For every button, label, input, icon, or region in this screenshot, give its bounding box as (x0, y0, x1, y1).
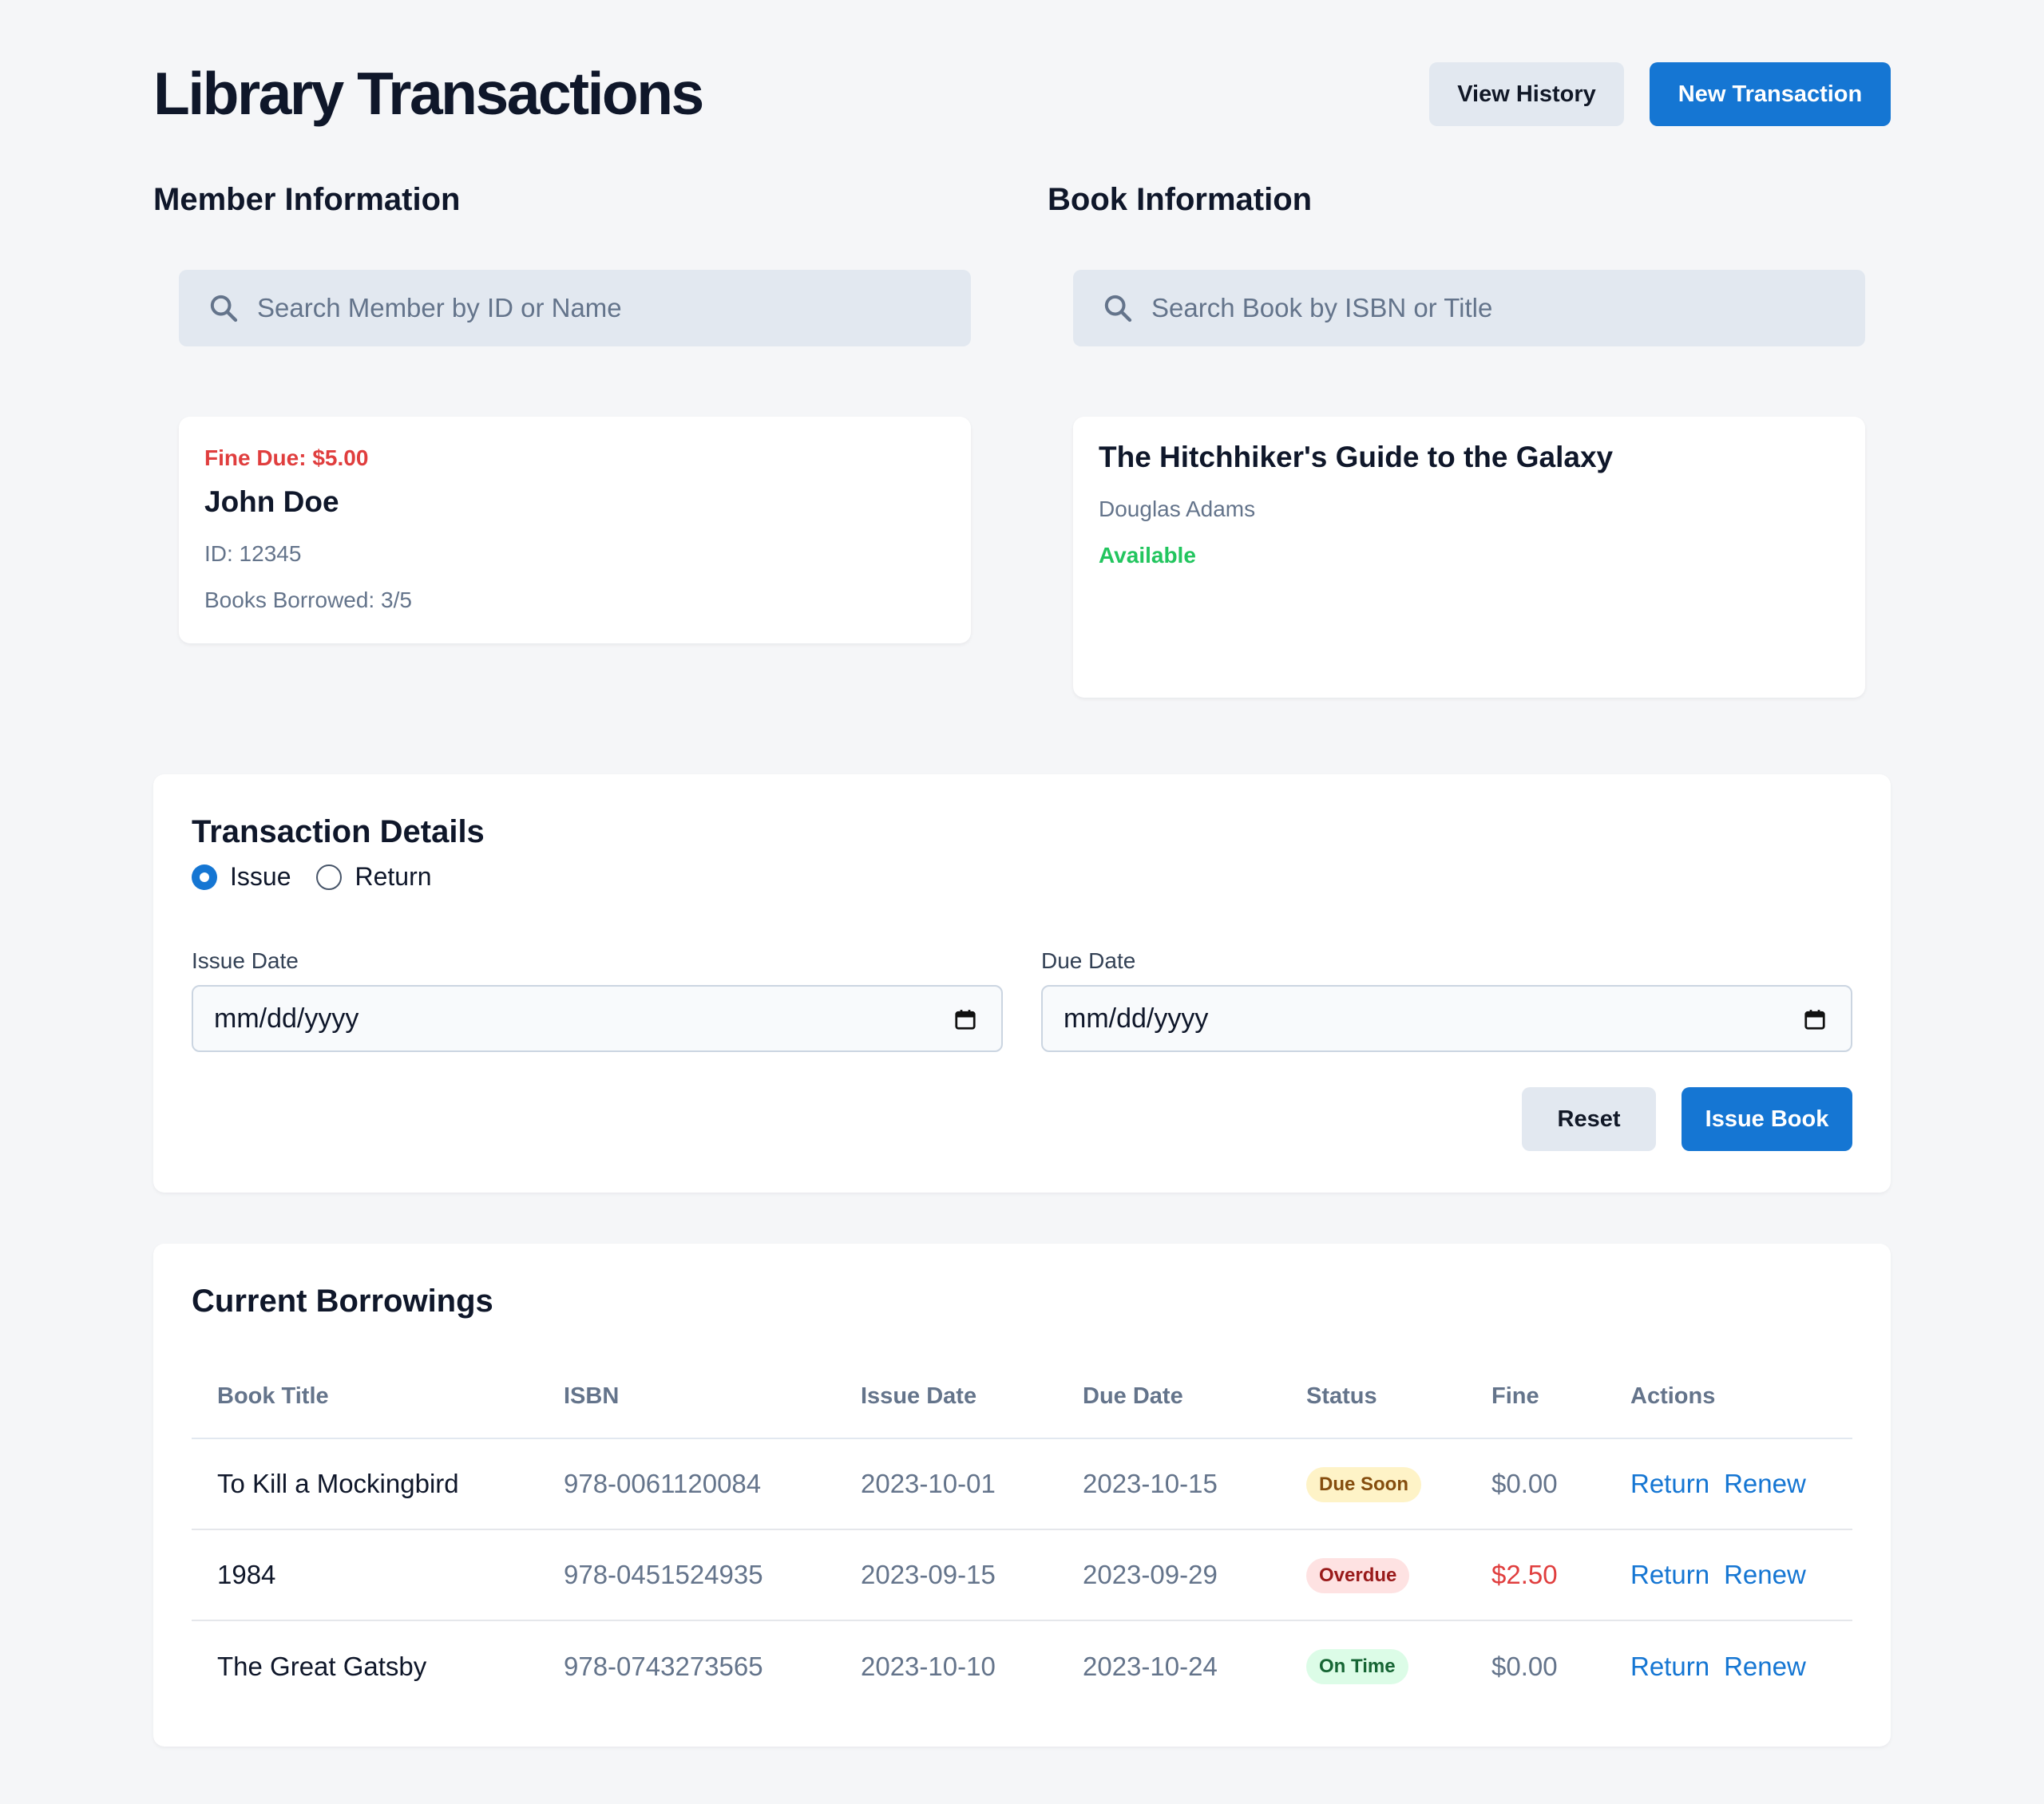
table-row: The Great Gatsby 978-0743273565 2023-10-… (192, 1620, 1852, 1711)
borrowings-title: Current Borrowings (192, 1284, 493, 1319)
page: Library Transactions View History New Tr… (0, 0, 2044, 1804)
new-transaction-button[interactable]: New Transaction (1650, 62, 1891, 126)
cell-book-title: 1984 (192, 1529, 538, 1621)
due-date-input[interactable]: mm/dd/yyyy (1041, 985, 1852, 1052)
book-section-title: Book Information (1048, 182, 1313, 217)
cell-fine: $0.00 (1491, 1651, 1558, 1681)
radio-return[interactable] (316, 864, 343, 890)
issue-date-input[interactable]: mm/dd/yyyy (192, 985, 1003, 1052)
fine-due-text: Fine Due: $5.00 (204, 445, 369, 470)
radio-return-label[interactable]: Return (355, 862, 431, 892)
book-card: The Hitchhiker's Guide to the Galaxy Dou… (1073, 417, 1865, 698)
due-date-value: mm/dd/yyyy (1064, 1003, 1209, 1034)
borrowings-panel: Current Borrowings Book Title ISBN Issue… (153, 1244, 1891, 1747)
header-actions: View History New Transaction (1429, 62, 1891, 126)
reset-button[interactable]: Reset (1522, 1087, 1656, 1151)
renew-link[interactable]: Renew (1724, 1469, 1806, 1498)
member-search[interactable] (179, 270, 971, 346)
due-date-label: Due Date (1041, 948, 1136, 973)
radio-issue-label[interactable]: Issue (230, 862, 291, 892)
calendar-icon[interactable] (953, 1007, 977, 1031)
book-search[interactable] (1073, 270, 1865, 346)
cell-book-title: The Great Gatsby (217, 1651, 427, 1681)
view-history-button[interactable]: View History (1429, 62, 1624, 126)
column-header: Fine (1466, 1355, 1605, 1439)
column-header: Issue Date (835, 1355, 1057, 1439)
search-icon (210, 295, 238, 322)
cell-due-date: 2023-10-15 (1057, 1438, 1281, 1530)
renew-link[interactable]: Renew (1724, 1652, 1806, 1681)
calendar-icon[interactable] (1803, 1007, 1827, 1031)
issue-date-value: mm/dd/yyyy (214, 1003, 359, 1034)
radio-issue[interactable] (192, 864, 217, 890)
cell-issue-date: 2023-10-01 (835, 1438, 1057, 1530)
cell-status: On Time (1281, 1620, 1466, 1711)
search-icon (1104, 295, 1132, 322)
cell-fine: $0.00 (1466, 1438, 1605, 1530)
column-header: Due Date (1057, 1355, 1281, 1439)
return-link[interactable]: Return (1630, 1469, 1709, 1498)
borrowings-table: Book Title ISBN Issue Date Due Date Stat… (192, 1355, 1852, 1711)
cell-isbn: 978-0743273565 (564, 1651, 763, 1681)
transaction-panel: Transaction Details Issue Return Issue D… (153, 774, 1891, 1193)
member-section-title: Member Information (153, 182, 461, 217)
table-header-row: Book Title ISBN Issue Date Due Date Stat… (192, 1355, 1852, 1439)
cell-book-title: To Kill a Mockingbird (192, 1438, 538, 1530)
issue-book-button[interactable]: Issue Book (1682, 1087, 1852, 1151)
book-search-input[interactable] (1151, 293, 1838, 323)
cell-actions: Return Renew (1605, 1620, 1852, 1711)
transaction-type-radios: Issue Return (192, 862, 458, 892)
book-status: Available (1099, 543, 1196, 568)
cell-fine: $2.50 (1466, 1529, 1605, 1621)
column-header: Actions (1605, 1355, 1852, 1439)
cell-actions: Return Renew (1605, 1438, 1852, 1530)
cell-due-date: 2023-10-24 (1083, 1651, 1218, 1681)
renew-link[interactable]: Renew (1724, 1560, 1806, 1589)
cell-status: Overdue (1281, 1529, 1466, 1621)
table-row: To Kill a Mockingbird 978-0061120084 202… (192, 1438, 1852, 1530)
cell-isbn: 978-0451524935 (538, 1529, 835, 1621)
status-badge: Due Soon (1306, 1466, 1421, 1502)
page-header: Library Transactions View History New Tr… (153, 57, 1891, 129)
column-header: ISBN (538, 1355, 835, 1439)
cell-issue-date: 2023-09-15 (835, 1529, 1057, 1621)
table-row: 1984 978-0451524935 2023-09-15 2023-09-2… (192, 1529, 1852, 1621)
return-link[interactable]: Return (1630, 1652, 1709, 1681)
cell-isbn: 978-0061120084 (538, 1438, 835, 1530)
status-badge: Overdue (1306, 1557, 1410, 1593)
book-title: The Hitchhiker's Guide to the Galaxy (1099, 441, 1614, 473)
column-header: Book Title (192, 1355, 538, 1439)
status-badge: On Time (1306, 1649, 1408, 1684)
cell-due-date: 2023-09-29 (1057, 1529, 1281, 1621)
cell-actions: Return Renew (1605, 1529, 1852, 1621)
page-title: Library Transactions (153, 60, 704, 127)
books-borrowed: Books Borrowed: 3/5 (204, 587, 412, 612)
transaction-title: Transaction Details (192, 814, 485, 849)
member-name: John Doe (204, 485, 339, 518)
cell-issue-date: 2023-10-10 (861, 1651, 996, 1681)
member-id: ID: 12345 (204, 541, 302, 566)
member-search-input[interactable] (257, 293, 944, 323)
book-author: Douglas Adams (1099, 496, 1256, 521)
return-link[interactable]: Return (1630, 1560, 1709, 1589)
issue-date-label: Issue Date (192, 948, 299, 973)
cell-status: Due Soon (1281, 1438, 1466, 1530)
member-card: Fine Due: $5.00 John Doe ID: 12345 Books… (179, 417, 971, 643)
column-header: Status (1281, 1355, 1466, 1439)
